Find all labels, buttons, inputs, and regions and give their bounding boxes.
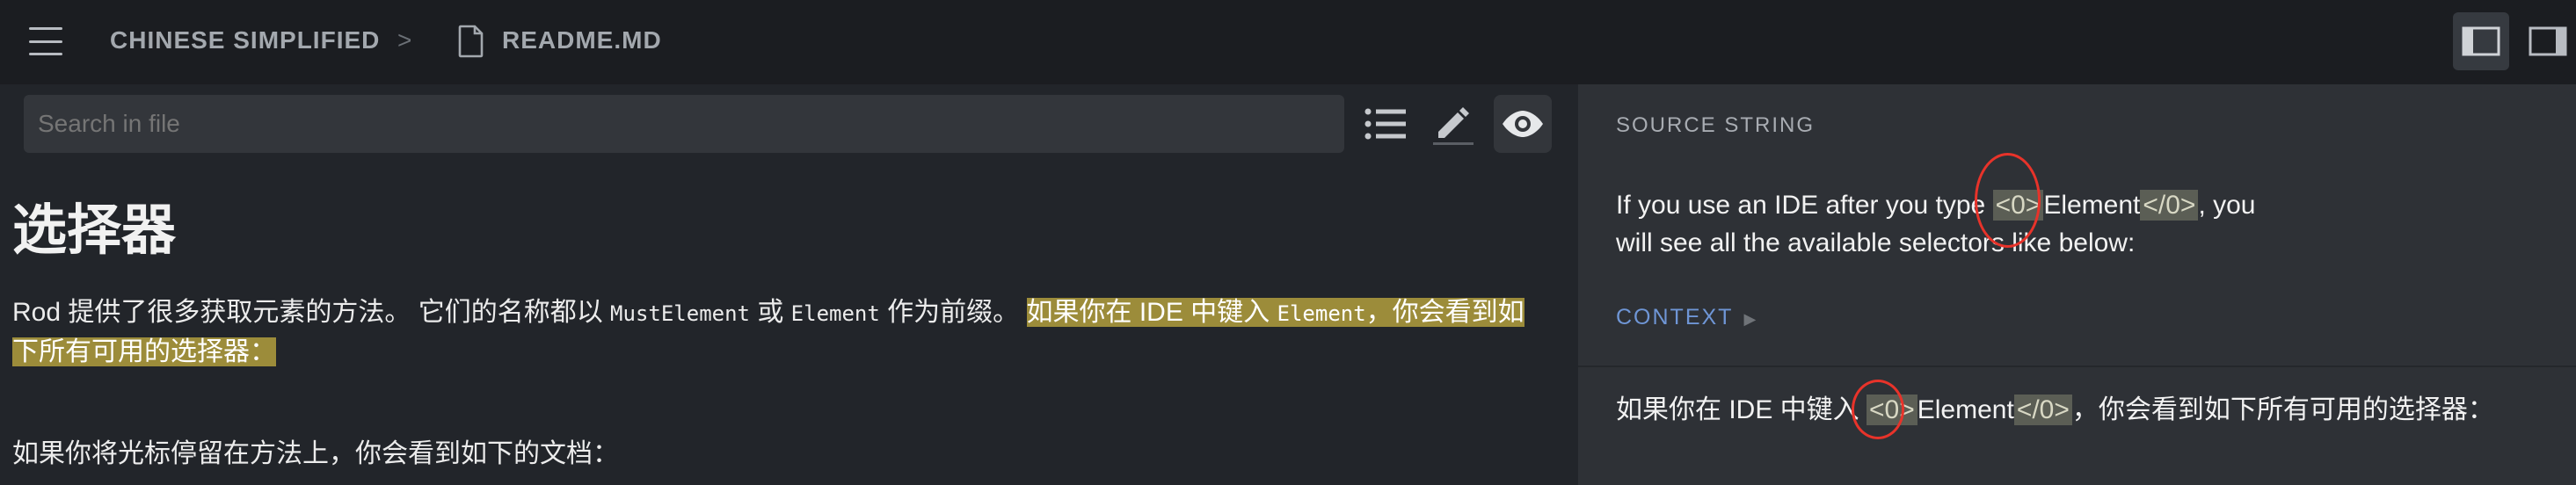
inline-code: Element xyxy=(790,301,880,326)
context-label: CONTEXT xyxy=(1616,305,1734,329)
highlighted-text: 如果你在 IDE 中键入 xyxy=(1026,298,1277,327)
translation-text[interactable]: 如果你在 IDE 中键入 <0> Element </0> ，你会看到如下所有可用的选… xyxy=(1616,387,2494,426)
sidebar-left-layout-icon[interactable] xyxy=(2453,12,2509,70)
top-bar: CHINESE SIMPLIFIED > README.MD xyxy=(0,0,2576,84)
list-icon[interactable] xyxy=(1357,95,1415,153)
translation-pane: SOURCE STRING If you use an IDE after yo… xyxy=(1578,84,2576,485)
tag-close[interactable]: </0> xyxy=(2013,395,2072,425)
breadcrumb-separator: > xyxy=(397,26,413,54)
eye-icon[interactable] xyxy=(1494,95,1552,153)
tag-close[interactable]: </0> xyxy=(2140,190,2199,221)
inline-code: MustElement xyxy=(610,301,750,326)
caret-right-icon: ▶ xyxy=(1743,310,1758,328)
sidebar-right-layout-icon[interactable] xyxy=(2520,12,2576,70)
source-text: If you use an IDE after you type xyxy=(1616,191,1993,220)
divider xyxy=(1578,366,2576,367)
paragraph-text: 或 xyxy=(750,298,791,327)
translation-segment: Element xyxy=(1917,395,2014,424)
source-string-label: SOURCE STRING xyxy=(1616,113,1816,137)
pencil-icon[interactable] xyxy=(1424,95,1482,153)
source-string-text: If you use an IDE after you type <0> Elem… xyxy=(1616,186,2284,262)
translation-segment: 如果你在 IDE 中键入 xyxy=(1616,395,1867,424)
paragraph-text: 作为前缀。 xyxy=(879,298,1027,327)
context-toggle[interactable]: CONTEXT ▶ xyxy=(1616,305,1757,330)
annotation-circle xyxy=(1852,380,1904,439)
search-input[interactable] xyxy=(24,95,1344,153)
breadcrumb-file[interactable]: README.MD xyxy=(502,26,662,54)
document-paragraph: Rod 提供了很多获取元素的方法。 它们的名称都以 MustElement 或 … xyxy=(12,293,1542,371)
menu-icon[interactable] xyxy=(29,27,62,55)
file-icon xyxy=(458,25,484,58)
paragraph-text: Rod 提供了很多获取元素的方法。 它们的名称都以 xyxy=(12,298,611,327)
document-pane: 选择器 Rod 提供了很多获取元素的方法。 它们的名称都以 MustElemen… xyxy=(0,84,1578,485)
annotation-circle xyxy=(1975,153,2041,248)
inline-code: Element xyxy=(1277,301,1366,326)
source-text: Element xyxy=(2043,191,2141,220)
document-heading: 选择器 xyxy=(12,200,177,261)
breadcrumb-language[interactable]: CHINESE SIMPLIFIED xyxy=(110,26,380,54)
translation-segment: ，你会看到如下所有可用的选择器： xyxy=(2071,395,2494,424)
document-paragraph-2: 如果你将光标停留在方法上，你会看到如下的文档： xyxy=(12,439,619,468)
